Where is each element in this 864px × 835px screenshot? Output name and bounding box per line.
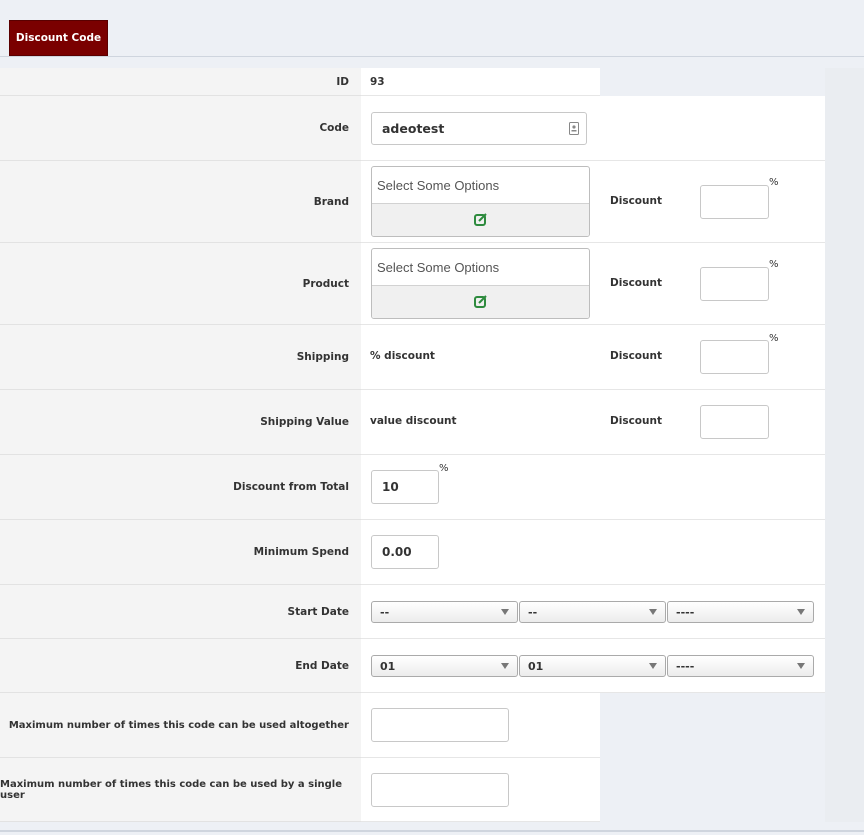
code-input-value: adeotest	[382, 121, 445, 136]
product-edit-button[interactable]	[372, 286, 589, 318]
discount-total-percent: %	[439, 463, 449, 474]
shipping-label: Shipping	[0, 325, 361, 390]
min-spend-label: Minimum Spend	[0, 520, 361, 585]
min-spend-value: 0.00	[382, 545, 412, 559]
shipping-value: % discount	[370, 350, 435, 362]
shipping-cell: % discount Discount %	[361, 325, 825, 390]
bottom-divider	[0, 830, 864, 832]
edit-icon	[473, 212, 488, 230]
dropdown-arrow-icon	[649, 663, 657, 669]
id-cell: 93	[361, 68, 600, 96]
start-date-label: Start Date	[0, 585, 361, 639]
max-uses-user-label: Maximum number of times this code can be…	[0, 758, 361, 822]
brand-percent: %	[769, 177, 779, 188]
product-percent: %	[769, 259, 779, 270]
product-label: Product	[0, 243, 361, 325]
brand-cell: Select Some Options Discount %	[361, 161, 825, 243]
min-spend-input[interactable]: 0.00	[371, 535, 439, 569]
brand-multiselect-placeholder: Select Some Options	[372, 167, 589, 204]
min-spend-cell: 0.00	[361, 520, 825, 585]
end-date-label: End Date	[0, 639, 361, 693]
discount-total-value: 10	[382, 480, 399, 494]
shipping-value-cell: value discount Discount	[361, 390, 825, 455]
brand-discount-label: Discount	[610, 195, 662, 207]
brand-multiselect[interactable]: Select Some Options	[371, 166, 590, 237]
dropdown-arrow-icon	[501, 663, 509, 669]
product-discount-input[interactable]	[700, 267, 769, 301]
start-day-select[interactable]: --	[371, 601, 518, 623]
start-year-select[interactable]: ----	[667, 601, 814, 623]
max-uses-cell	[361, 693, 600, 758]
right-margin	[825, 68, 864, 822]
max-uses-user-input[interactable]	[371, 773, 509, 807]
contact-card-icon	[569, 122, 579, 138]
end-month-select[interactable]: 01	[519, 655, 666, 677]
tab-discount-code[interactable]: Discount Code	[9, 20, 108, 56]
brand-discount-input[interactable]	[700, 185, 769, 219]
shipping-percent: %	[769, 333, 779, 344]
product-multiselect[interactable]: Select Some Options	[371, 248, 590, 319]
shipping-value-label: Shipping Value	[0, 390, 361, 455]
dropdown-arrow-icon	[501, 609, 509, 615]
id-label: ID	[0, 68, 361, 96]
code-label: Code	[0, 96, 361, 161]
dropdown-arrow-icon	[797, 609, 805, 615]
end-day-select[interactable]: 01	[371, 655, 518, 677]
max-uses-input[interactable]	[371, 708, 509, 742]
id-value: 93	[370, 76, 385, 88]
dropdown-arrow-icon	[797, 663, 805, 669]
shipping-value-discount-input[interactable]	[700, 405, 769, 439]
start-date-cell: -- -- ----	[361, 585, 825, 639]
shipping-value-text: value discount	[370, 415, 457, 427]
product-discount-label: Discount	[610, 277, 662, 289]
end-year-select[interactable]: ----	[667, 655, 814, 677]
tab-divider	[0, 56, 864, 57]
code-cell: adeotest	[361, 96, 825, 161]
dropdown-arrow-icon	[649, 609, 657, 615]
start-month-select[interactable]: --	[519, 601, 666, 623]
shipping-discount-label: Discount	[610, 350, 662, 362]
end-date-cell: 01 01 ----	[361, 639, 825, 693]
discount-total-input[interactable]: 10	[371, 470, 439, 504]
product-cell: Select Some Options Discount %	[361, 243, 825, 325]
shipping-value-discount-label: Discount	[610, 415, 662, 427]
shipping-discount-input[interactable]	[700, 340, 769, 374]
code-input[interactable]: adeotest	[371, 112, 587, 145]
max-uses-user-cell	[361, 758, 600, 822]
product-multiselect-placeholder: Select Some Options	[372, 249, 589, 286]
discount-total-label: Discount from Total	[0, 455, 361, 520]
discount-total-cell: 10 %	[361, 455, 825, 520]
max-uses-label: Maximum number of times this code can be…	[0, 693, 361, 758]
edit-icon	[473, 294, 488, 312]
brand-label: Brand	[0, 161, 361, 243]
brand-edit-button[interactable]	[372, 204, 589, 236]
